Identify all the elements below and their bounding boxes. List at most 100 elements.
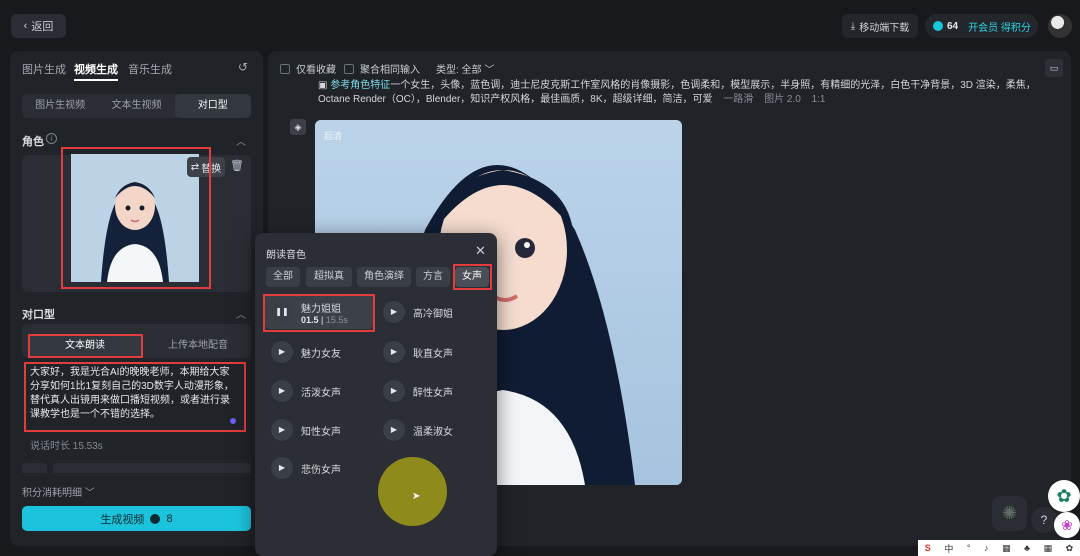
coin-icon	[150, 513, 161, 524]
voice-item[interactable]: ▶ 知性女声	[271, 419, 341, 441]
option-field[interactable]	[53, 463, 251, 473]
mode-upload-audio[interactable]: 上传本地配音	[148, 334, 248, 358]
chevron-down-icon: ﹀	[484, 65, 495, 76]
tab-music-generate[interactable]: 音乐生成	[128, 61, 172, 77]
voice-name: 魅力女友	[301, 348, 341, 360]
hd-tag: 超清	[324, 131, 343, 141]
prompt-body: 一个女生，头像，蓝色调，迪士尼皮克斯工作室风格的肖像摄影，色调柔和，模型展示，半…	[318, 80, 1036, 105]
checkbox-box	[280, 63, 290, 74]
voice-item[interactable]: ▶ 魅力女友	[271, 341, 341, 363]
system-tray: S 中 ° ♪ ▦ ♣ ▦ ✿	[918, 540, 1080, 556]
credit-detail-toggle[interactable]: 积分消耗明细 ﹀	[22, 484, 95, 499]
highlight-box-female	[453, 264, 492, 290]
type-select[interactable]: 类型: 全部 ﹀	[436, 61, 494, 76]
trash-icon[interactable]: 🗑	[230, 159, 244, 172]
voice-name: 高冷御姐	[413, 308, 453, 320]
back-button[interactable]: ‹ 返回	[11, 14, 66, 38]
assistant-logo-icon[interactable]: ✺	[992, 496, 1027, 531]
grid-icon[interactable]: ▦	[1044, 543, 1053, 554]
play-icon[interactable]: ▶	[383, 419, 405, 441]
voice-name: 耿直女声	[413, 348, 453, 360]
lip-sync-title: 对口型	[22, 309, 55, 321]
sogou-icon[interactable]: S	[925, 543, 931, 553]
voice-item[interactable]: ▶ 悲伤女声	[271, 457, 341, 479]
play-icon[interactable]: ▶	[271, 419, 293, 441]
checkbox-box	[344, 63, 354, 74]
subtab-lip-sync[interactable]: 对口型	[174, 94, 251, 118]
chevron-up-icon[interactable]: ︿	[236, 133, 246, 148]
model-tag: 图片 2.0	[764, 94, 801, 105]
user-avatar[interactable]	[1048, 14, 1072, 38]
tray-app-icon[interactable]: ✿	[1066, 543, 1074, 554]
back-label: 返回	[31, 21, 54, 33]
skin-icon[interactable]: ♣	[1024, 543, 1030, 553]
voice-item[interactable]: ▶ 活泼女声	[271, 380, 341, 402]
voice-popup: 朗读音色 ✕ 全部 超拟真 角色演绎 方言 女声 ❚❚ 魅力姐姐 01.5 | …	[255, 233, 497, 556]
subtab-image-to-video[interactable]: 图片生视频	[22, 94, 98, 118]
coin-icon	[933, 21, 943, 31]
keyboard-icon[interactable]: ▦	[1002, 543, 1011, 554]
tab-image-generate[interactable]: 图片生成	[22, 61, 66, 77]
prompt-text: ▣ 参考角色特征一个女生，头像，蓝色调，迪士尼皮克斯工作室风格的肖像摄影，色调柔…	[318, 79, 1048, 107]
chatgpt-icon[interactable]: ✿	[1048, 480, 1080, 512]
ai-avatar-icon: ◈	[290, 119, 306, 135]
filter-role-play[interactable]: 角色演绎	[357, 267, 411, 287]
voice-name: 温柔淑女	[413, 426, 453, 438]
voice-name: 活泼女声	[301, 387, 341, 399]
chevron-left-icon: ‹	[23, 20, 28, 32]
role-title: 角色	[22, 136, 44, 148]
generate-video-button[interactable]: 生成视频 8	[22, 506, 251, 531]
subtabs: 图片生视频 文本生视频 对口型	[22, 94, 251, 118]
punctuation-icon[interactable]: °	[967, 543, 971, 553]
play-icon[interactable]: ▶	[383, 301, 405, 323]
prompt-reference[interactable]: 参考角色特征	[330, 80, 390, 91]
prompt-more[interactable]: 一路滑	[723, 94, 753, 105]
play-icon[interactable]: ▶	[271, 380, 293, 402]
mobile-download-button[interactable]: ⤓ 移动端下载	[842, 14, 918, 38]
download-icon: ⤓	[850, 20, 856, 32]
chevron-up-icon[interactable]: ︿	[236, 306, 246, 321]
cursor-arrow-icon: ➤	[412, 491, 421, 502]
voice-name: 悲伤女声	[301, 464, 341, 476]
highlight-box-voice	[263, 294, 375, 332]
ime-chinese[interactable]: 中	[944, 542, 953, 555]
play-icon[interactable]: ▶	[271, 457, 293, 479]
voice-item[interactable]: ▶ 温柔淑女	[383, 419, 453, 441]
favorites-only-checkbox[interactable]: 仅看收藏	[280, 61, 336, 76]
subtab-text-to-video[interactable]: 文本生视频	[98, 94, 174, 118]
status-dot	[230, 418, 236, 424]
vip-link[interactable]: 开会员 得积分	[968, 19, 1031, 34]
generate-label: 生成视频	[100, 513, 145, 526]
voice-name: 知性女声	[301, 426, 341, 438]
highlight-box-script	[24, 362, 246, 432]
option-chip[interactable]	[22, 463, 47, 473]
aggregate-label: 聚合相同输入	[360, 65, 420, 76]
close-icon[interactable]: ✕	[475, 243, 486, 259]
play-icon[interactable]: ▶	[383, 380, 405, 402]
aggregate-checkbox[interactable]: 聚合相同输入	[344, 61, 420, 76]
speech-duration: 说话时长 15.53s	[30, 441, 103, 452]
mic-icon[interactable]: ♪	[984, 543, 989, 553]
tab-video-generate[interactable]: 视频生成	[74, 61, 118, 81]
mobile-download-label: 移动端下载	[859, 22, 910, 34]
voice-name: 醉性女声	[413, 387, 453, 399]
filter-all[interactable]: 全部	[266, 267, 300, 287]
voice-item[interactable]: ▶ 高冷御姐	[383, 301, 453, 323]
filter-dialect[interactable]: 方言	[416, 267, 450, 287]
play-icon[interactable]: ▶	[271, 341, 293, 363]
left-panel: 图片生成 视频生成 音乐生成 ↺ 图片生视频 文本生视频 对口型 角色 i ︿ …	[10, 51, 263, 546]
image-icon: ▣	[318, 80, 331, 91]
highlight-box-mode	[28, 334, 143, 358]
assistant-app-icon[interactable]: ❀	[1054, 512, 1080, 538]
help-icon[interactable]: ?	[1031, 507, 1057, 533]
play-icon[interactable]: ▶	[383, 341, 405, 363]
folder-icon[interactable]: ▭	[1045, 59, 1063, 77]
voice-item[interactable]: ▶ 醉性女声	[383, 380, 453, 402]
refresh-icon[interactable]: ↺	[238, 60, 248, 74]
favorites-only-label: 仅看收藏	[296, 65, 336, 76]
ratio-tag: 1:1	[811, 94, 826, 105]
points-badge[interactable]: 64 开会员 得积分	[925, 14, 1038, 38]
filter-realistic[interactable]: 超拟真	[306, 267, 352, 287]
info-icon[interactable]: i	[46, 133, 57, 144]
voice-item[interactable]: ▶ 耿直女声	[383, 341, 453, 363]
